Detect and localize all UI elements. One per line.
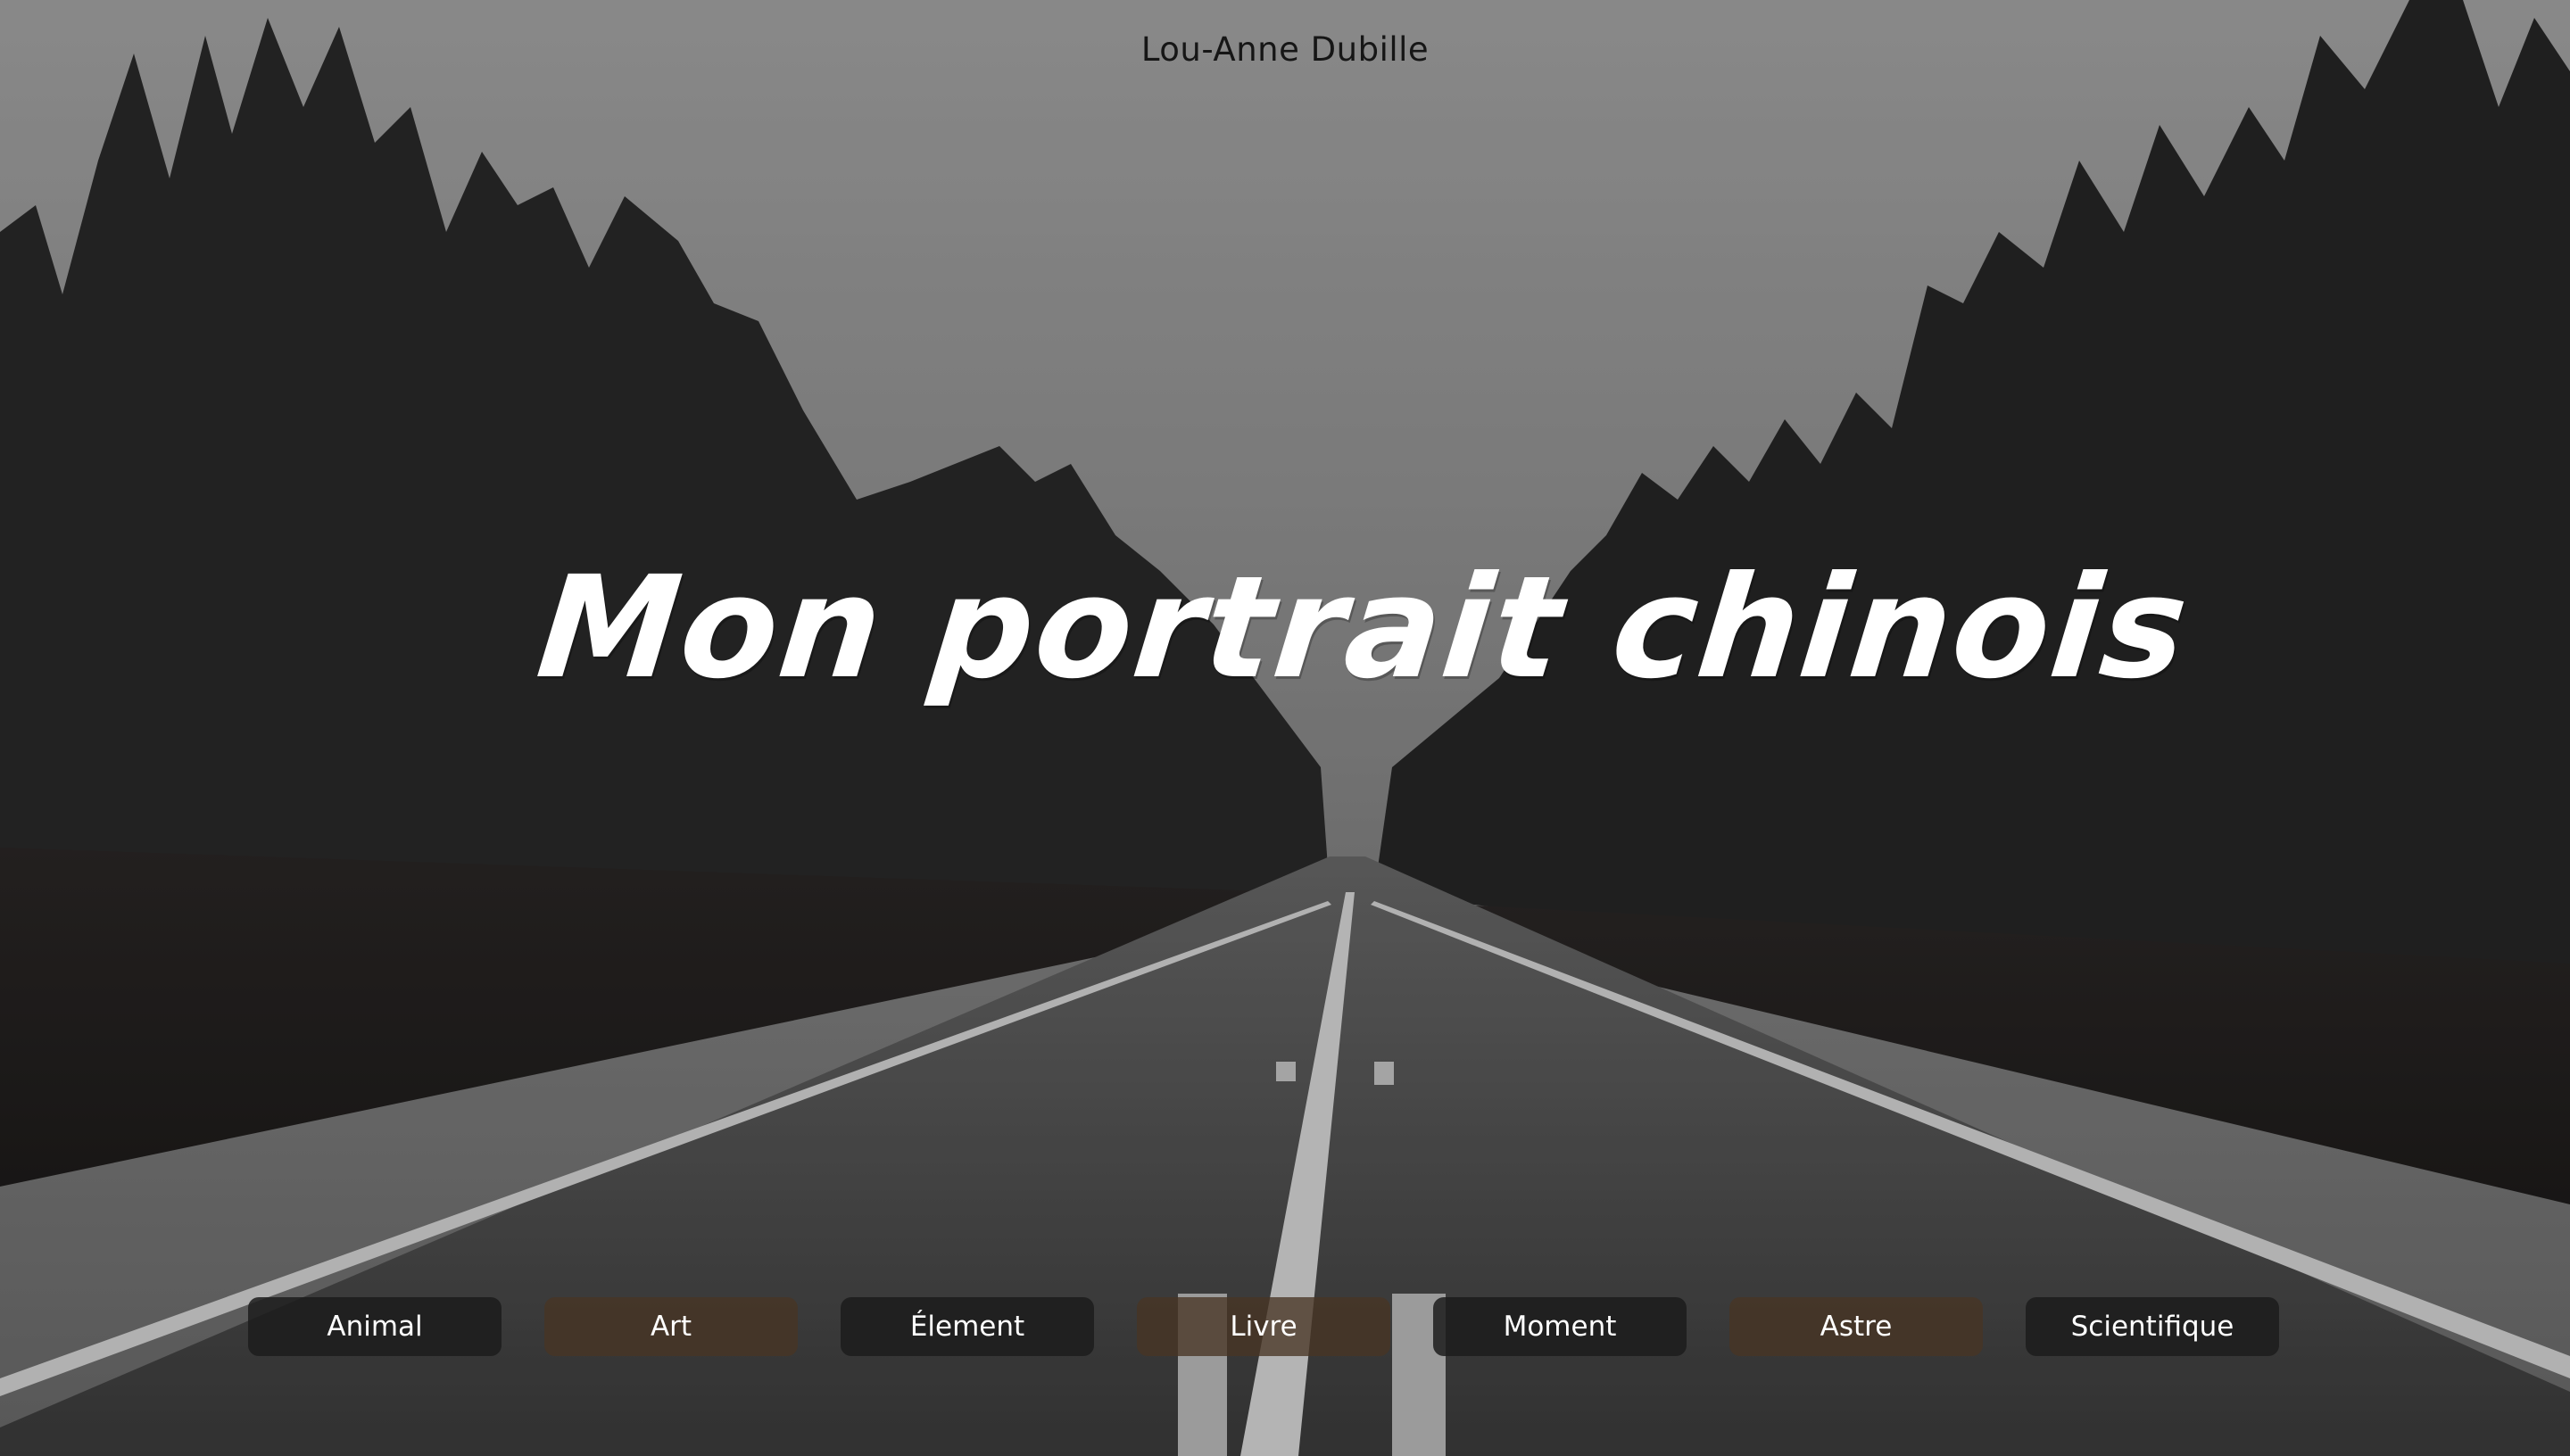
category-nav: Animal Art Élement Livre Moment Astre Sc…	[248, 1297, 2279, 1356]
author-name: Lou-Anne Dubille	[1140, 30, 1430, 69]
nav-button-livre[interactable]: Livre	[1137, 1297, 1390, 1356]
nav-button-astre[interactable]: Astre	[1729, 1297, 1983, 1356]
background-road-photo	[0, 0, 2570, 1456]
nav-button-scientifique[interactable]: Scientifique	[2026, 1297, 2279, 1356]
page: Lou-Anne Dubille Mon portrait chinois An…	[0, 0, 2570, 1456]
page-title: Mon portrait chinois	[530, 546, 2197, 710]
nav-button-element[interactable]: Élement	[841, 1297, 1094, 1356]
nav-button-art[interactable]: Art	[544, 1297, 798, 1356]
nav-button-animal[interactable]: Animal	[248, 1297, 502, 1356]
nav-button-moment[interactable]: Moment	[1433, 1297, 1687, 1356]
